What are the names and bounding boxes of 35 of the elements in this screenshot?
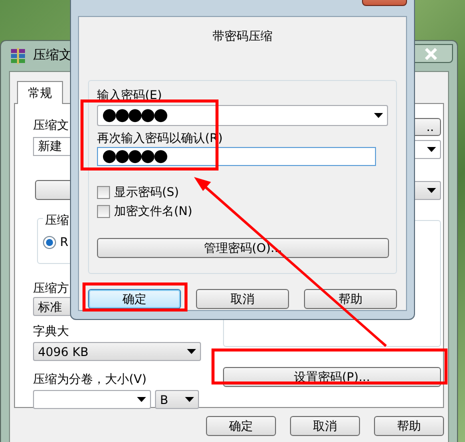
stacked-books-icon xyxy=(9,47,27,65)
field-label: 压缩方 xyxy=(33,281,70,295)
dropdown-arrow-icon xyxy=(187,349,196,354)
checkbox-label: 显示密码(S) xyxy=(114,185,179,199)
password-field[interactable]: ●●●●● xyxy=(97,105,388,126)
dialog-button[interactable]: 确定 xyxy=(206,416,276,436)
field-label: 压缩文 xyxy=(33,118,70,132)
dropdown-arrow-icon xyxy=(374,113,383,118)
combo-value: B xyxy=(160,392,168,408)
dropdown-arrow-icon xyxy=(427,188,436,193)
checkbox-label: 加密文件名(N) xyxy=(114,204,192,218)
combo-value: 标准 xyxy=(38,298,62,316)
dropdown-arrow-icon xyxy=(137,397,146,402)
tab[interactable]: 常规 xyxy=(17,81,63,104)
group-label: 压缩 xyxy=(43,213,71,227)
dialog-button[interactable]: 帮助 xyxy=(304,289,397,309)
field-label: 字典大 xyxy=(33,324,70,338)
radio-button[interactable] xyxy=(43,236,56,248)
dialog-button[interactable]: 取消 xyxy=(290,416,360,436)
combo-value: 4096 KB xyxy=(38,344,88,360)
checkbox[interactable] xyxy=(97,186,110,198)
password-dots: ●●●●● xyxy=(102,108,166,123)
unit-dropdown[interactable]: B xyxy=(155,390,199,409)
dropdown-arrow-icon xyxy=(185,397,194,402)
dropdown-arrow-icon xyxy=(427,147,436,152)
dialog-button[interactable]: 取消 xyxy=(196,289,289,309)
radio-label: R xyxy=(60,235,68,249)
checkbox[interactable] xyxy=(97,204,110,218)
dialog-button[interactable]: 帮助 xyxy=(374,416,444,436)
field-label: 压缩为分卷，大小(V) xyxy=(33,372,148,386)
dialog-heading: 带密码压缩 xyxy=(212,28,274,44)
dictionary-dropdown[interactable]: 4096 KB xyxy=(33,342,201,361)
close-icon xyxy=(424,48,438,60)
dialog-button[interactable]: 确定 xyxy=(88,289,181,309)
confirm-password-field[interactable]: ●●●●● xyxy=(97,147,376,166)
